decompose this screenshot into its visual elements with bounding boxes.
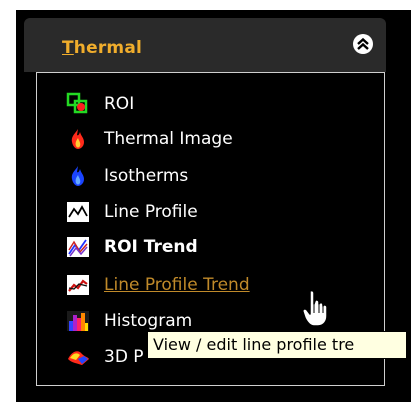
panel-title[interactable]: Thermal: [62, 38, 142, 58]
list-item-line-profile-trend[interactable]: Line Profile Trend: [66, 271, 250, 299]
list-item-label: Line Profile Trend: [104, 275, 250, 295]
blue-flame-icon: [66, 164, 90, 188]
list-item-thermal-image[interactable]: Thermal Image: [66, 125, 233, 153]
double-chevron-up-icon: [357, 37, 369, 50]
list-item-label: 3D P: [104, 347, 144, 367]
list-item-3d-plot[interactable]: 3D P: [66, 343, 144, 371]
line-profile-trend-icon: [66, 273, 90, 297]
panel-title-rest: hermal: [73, 38, 143, 58]
panel-title-accesskey: T: [62, 38, 74, 58]
roi-icon: [66, 92, 90, 116]
histogram-icon: [66, 309, 90, 333]
tooltip: View / edit line profile tre: [147, 331, 407, 359]
list-item-label: ROI: [104, 94, 135, 114]
list-item-roi-trend[interactable]: ROI Trend: [66, 233, 198, 261]
3d-plot-icon: [66, 345, 90, 369]
roi-trend-icon: [66, 235, 90, 259]
hand-cursor-icon: [302, 289, 328, 327]
list-item-label: Thermal Image: [104, 129, 233, 149]
flame-icon: [66, 127, 90, 151]
list-item-label: ROI Trend: [104, 237, 198, 257]
list-item-label: Isotherms: [104, 166, 189, 186]
list-item-label: Line Profile: [104, 202, 198, 222]
list-item-roi[interactable]: ROI: [66, 90, 134, 118]
list-item-line-profile[interactable]: Line Profile: [66, 198, 198, 226]
line-profile-icon: [66, 200, 90, 224]
list-item-label: Histogram: [104, 311, 193, 331]
list-item-isotherms[interactable]: Isotherms: [66, 162, 188, 190]
collapse-button[interactable]: [353, 34, 373, 54]
